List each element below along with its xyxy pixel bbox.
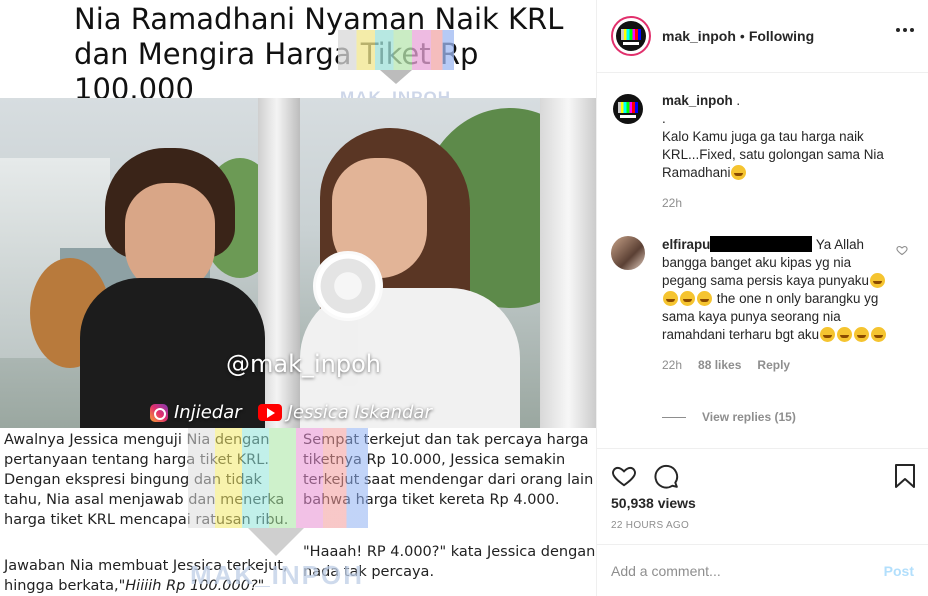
watermark-mid-arrow	[248, 528, 304, 556]
laughing-emoji-icon	[663, 291, 678, 306]
comment-item: elfirapu Ya Allah bangga banget aku kipa…	[611, 236, 911, 374]
comment-bubble-icon[interactable]	[653, 463, 679, 489]
media-headline: Nia Ramadhani Nyaman Naik KRL dan Mengir…	[74, 2, 564, 106]
media-photo: @mak_inpoh Injiedar Jessica Iskandar	[0, 98, 596, 428]
watermark-mid-text: MAK_INPOH	[190, 560, 365, 590]
bookmark-icon[interactable]	[894, 463, 916, 489]
person-left	[80, 148, 265, 428]
header-username[interactable]: mak_inpoh	[662, 28, 736, 44]
credit-youtube-name: Jessica Iskandar	[287, 402, 432, 423]
comments-list[interactable]: mak_inpoh . . Kalo Kamu juga ga tau harg…	[597, 74, 928, 448]
laughing-emoji-icon	[680, 291, 695, 306]
laughing-emoji-icon	[869, 273, 885, 288]
separator-dot: •	[739, 28, 745, 44]
credit-instagram-name: Injiedar	[174, 402, 242, 423]
grinning-face-emoji-icon	[731, 165, 747, 180]
caption-username[interactable]: mak_inpoh	[662, 93, 733, 108]
post-header: mak_inpoh • Following	[597, 0, 928, 73]
view-replies-line	[662, 416, 686, 418]
post-media[interactable]: Nia Ramadhani Nyaman Naik KRL dan Mengir…	[0, 0, 597, 596]
laughing-emoji-icon	[697, 291, 712, 306]
caption: mak_inpoh . . Kalo Kamu juga ga tau harg…	[611, 92, 911, 212]
heart-icon[interactable]	[896, 244, 908, 259]
handheld-fan	[313, 251, 383, 321]
profile-logo-icon	[616, 21, 646, 51]
sad-face-emoji-icon	[820, 327, 836, 342]
instagram-icon	[150, 403, 168, 422]
add-comment-bar: Post	[597, 544, 928, 596]
video-credit: Injiedar Jessica Iskandar	[150, 402, 432, 423]
comment-username[interactable]: elfirapu	[662, 237, 710, 252]
caption-text-3: Kalo Kamu juga ga tau harga naik KRL...F…	[662, 129, 884, 180]
avatar[interactable]	[611, 236, 645, 270]
comment-likes[interactable]: 88 likes	[698, 356, 741, 374]
tears-of-joy-emoji-icon	[854, 327, 870, 342]
post-panel: mak_inpoh • Following mak_inpoh . . Kalo…	[597, 0, 928, 596]
follow-status-button[interactable]: Following	[749, 28, 814, 44]
view-replies-button[interactable]: View replies (15)	[662, 410, 796, 424]
view-count[interactable]: 50,938 views	[611, 495, 696, 511]
avatar[interactable]	[611, 16, 651, 56]
caption-text-1: .	[736, 93, 741, 108]
caption-text-2: .	[662, 111, 666, 126]
watermark-mid-logo	[188, 428, 368, 528]
post-timestamp[interactable]: 22 hours ago	[611, 520, 689, 531]
pillar	[540, 98, 596, 428]
post-comment-button[interactable]: Post	[884, 563, 914, 579]
profile-logo-icon	[613, 94, 643, 124]
comment-input[interactable]	[611, 562, 884, 579]
overlay-handle-text: @mak_inpoh	[226, 350, 381, 378]
redacted-block	[710, 236, 813, 252]
post-actions: 50,938 views 22 hours ago	[597, 448, 928, 544]
comment-reply-button[interactable]: Reply	[757, 356, 790, 374]
avatar[interactable]	[611, 92, 645, 126]
view-replies-label: View replies (15)	[702, 410, 796, 424]
more-options-icon[interactable]	[896, 28, 914, 32]
comment-time[interactable]: 22h	[662, 356, 682, 374]
tears-of-joy-emoji-icon	[837, 327, 853, 342]
like-heart-icon[interactable]	[611, 463, 637, 489]
youtube-icon	[257, 404, 282, 421]
watermark-top-arrow	[380, 70, 412, 84]
tears-of-joy-emoji-icon	[871, 327, 887, 342]
caption-time[interactable]: 22h	[662, 194, 682, 212]
watermark-top-logo	[338, 30, 454, 70]
